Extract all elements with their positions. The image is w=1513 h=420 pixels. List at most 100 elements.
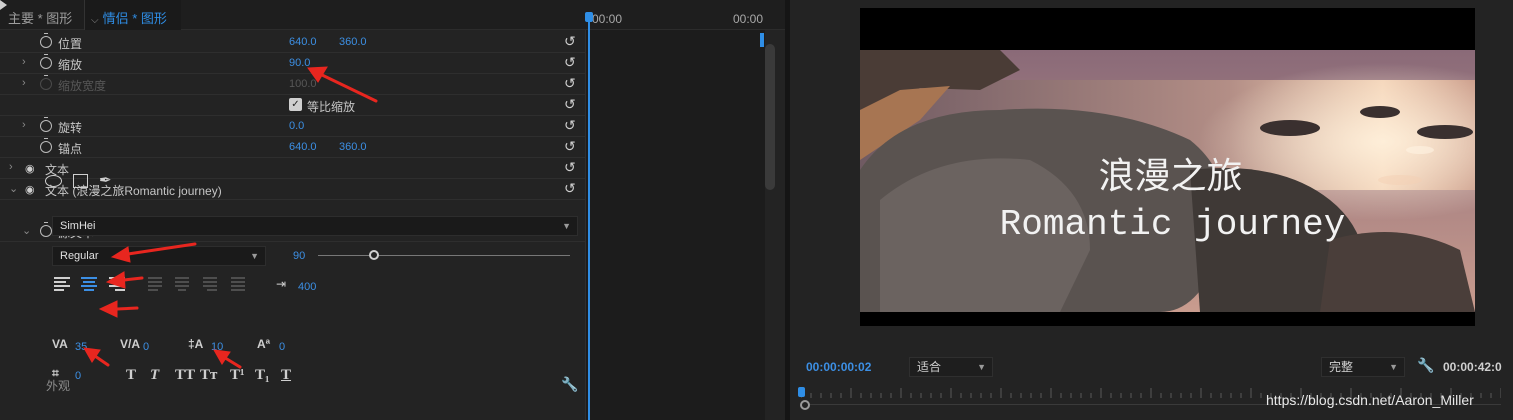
tab-sequence-clip[interactable]: ⌵ 情侣 * 图形 [84, 0, 181, 30]
tab-width-icon: ⇥ [276, 277, 287, 291]
position-y-value[interactable]: 360.0 [339, 36, 367, 48]
rectangle-mask-icon[interactable] [73, 174, 88, 188]
playhead-handle[interactable] [585, 12, 593, 22]
twirl-right-icon[interactable]: › [22, 77, 26, 89]
vertical-scrollbar[interactable] [765, 44, 775, 190]
stopwatch-icon[interactable] [40, 117, 52, 132]
monitor-playhead-handle[interactable] [798, 387, 805, 397]
eye-icon[interactable]: ◉ [25, 183, 35, 196]
chevron-down-icon: ▼ [977, 362, 986, 372]
ellipse-mask-icon[interactable] [45, 175, 62, 187]
property-row-anchor-point: 锚点 640.0 360.0 ↺ [0, 137, 585, 158]
font-family-dropdown[interactable]: SimHei ▼ [52, 216, 578, 236]
zoom-fit-dropdown[interactable]: 适合 ▼ [909, 357, 993, 377]
property-label: 位置 [58, 37, 83, 51]
rotation-value[interactable]: 0.0 [289, 120, 304, 132]
wrench-icon[interactable]: 🔧 [561, 376, 578, 393]
twirl-right-icon[interactable]: › [22, 56, 26, 68]
property-row-position: 位置 640.0 360.0 ↺ [0, 32, 585, 53]
appearance-section-label: 外观 [46, 379, 71, 393]
font-style-value: Regular [60, 250, 99, 262]
font-style-dropdown[interactable]: Regular ▼ [52, 246, 266, 266]
subscript-button[interactable]: T₁ [255, 367, 270, 384]
property-label: 等比缩放 [307, 100, 356, 114]
reset-icon[interactable]: ↺ [564, 33, 576, 50]
property-label: 缩放宽度 [58, 79, 107, 93]
faux-bold-button[interactable]: T [126, 367, 136, 384]
tab-width-value[interactable]: 400 [298, 281, 316, 293]
reset-icon[interactable]: ↺ [564, 159, 576, 176]
clip-end-marker [760, 33, 764, 47]
property-label: 旋转 [58, 121, 83, 135]
justify-right-icon[interactable] [203, 277, 219, 291]
align-left-icon[interactable] [54, 277, 70, 291]
small-caps-button[interactable]: Tт [200, 367, 217, 384]
property-row-uniform-scale: ✓ 等比缩放 ↺ [0, 95, 585, 116]
duration-timecode: 00:00:42:0 [1443, 360, 1502, 374]
chevron-down-icon[interactable]: ⌵ [91, 15, 99, 26]
underline-button[interactable]: T [281, 367, 291, 384]
program-monitor-video[interactable]: 浪漫之旅 Romantic journey [860, 8, 1475, 326]
stopwatch-icon[interactable] [40, 138, 52, 153]
align-right-icon[interactable] [109, 277, 125, 291]
faux-italic-button[interactable]: T [150, 367, 159, 384]
chevron-down-icon: ▼ [562, 221, 571, 231]
kerning-value[interactable]: 0 [143, 341, 149, 353]
font-size-slider-knob[interactable] [369, 250, 379, 260]
property-row-scale-width: › 缩放宽度 100.0 ↺ [0, 74, 585, 95]
stopwatch-icon[interactable] [40, 33, 52, 48]
superscript-button[interactable]: T¹ [230, 367, 245, 384]
current-timecode[interactable]: 00:00:00:02 [806, 360, 871, 374]
leading-value[interactable]: 10 [211, 341, 223, 353]
playback-resolution-value: 完整 [1329, 360, 1354, 374]
effect-controls-tab-bar: 主要 * 图形 ⌵ 情侣 * 图形 00:00 00:00 [0, 0, 785, 30]
tab-sequence-clip-label: 情侣 * 图形 [102, 11, 167, 26]
tracking-icon: VA [52, 337, 68, 351]
tsume-value[interactable]: 0 [75, 370, 81, 382]
anchor-x-value[interactable]: 640.0 [289, 141, 317, 153]
leading-icon: ‡A [188, 337, 204, 351]
scrub-knob[interactable] [800, 400, 810, 410]
position-x-value[interactable]: 640.0 [289, 36, 317, 48]
scale-value[interactable]: 90.0 [289, 57, 310, 69]
tracking-value[interactable]: 35 [75, 341, 87, 353]
font-size-value[interactable]: 90 [293, 250, 305, 262]
playback-resolution-dropdown[interactable]: 完整 ▼ [1321, 357, 1405, 377]
baseline-shift-value[interactable]: 0 [279, 341, 285, 353]
anchor-y-value[interactable]: 360.0 [339, 141, 367, 153]
twirl-right-icon[interactable]: › [9, 161, 13, 173]
scale-width-value: 100.0 [289, 78, 317, 90]
twirl-down-icon[interactable]: ⌄ [22, 224, 31, 237]
all-caps-button[interactable]: TT [175, 367, 195, 384]
stopwatch-icon [40, 75, 52, 90]
reset-icon[interactable]: ↺ [564, 138, 576, 155]
reset-icon[interactable]: ↺ [564, 180, 576, 197]
chevron-down-icon: ▼ [250, 251, 259, 261]
tab-master-clip[interactable]: 主要 * 图形 [8, 0, 72, 30]
pen-mask-icon[interactable]: ✒ [99, 171, 112, 189]
reset-icon[interactable]: ↺ [564, 117, 576, 134]
reset-icon[interactable]: ↺ [564, 75, 576, 92]
reset-icon[interactable]: ↺ [564, 54, 576, 71]
stopwatch-icon[interactable] [40, 222, 52, 237]
video-title-english: Romantic journey [999, 204, 1346, 245]
font-size-slider[interactable] [318, 255, 570, 256]
effect-controls-timeline[interactable] [585, 30, 765, 420]
property-label: 文本 (浪漫之旅Romantic journey) [45, 184, 222, 198]
justify-all-icon[interactable] [231, 277, 247, 291]
reset-icon[interactable]: ↺ [564, 96, 576, 113]
uniform-scale-checkbox[interactable]: ✓ [289, 98, 302, 111]
settings-wrench-icon[interactable]: 🔧 [1417, 357, 1434, 374]
property-label: 锚点 [58, 142, 83, 156]
twirl-right-icon[interactable]: › [22, 119, 26, 131]
property-label: 缩放 [58, 58, 83, 72]
eye-icon[interactable]: ◉ [25, 162, 35, 175]
justify-center-icon[interactable] [175, 277, 191, 291]
twirl-down-icon[interactable]: ⌄ [9, 182, 18, 195]
video-title-chinese: 浪漫之旅 [1098, 156, 1243, 197]
justify-left-icon[interactable] [148, 277, 164, 291]
align-center-icon[interactable] [81, 277, 97, 291]
playhead-line[interactable] [588, 14, 590, 420]
play-triangle-icon[interactable] [0, 0, 7, 10]
stopwatch-icon[interactable] [40, 54, 52, 69]
